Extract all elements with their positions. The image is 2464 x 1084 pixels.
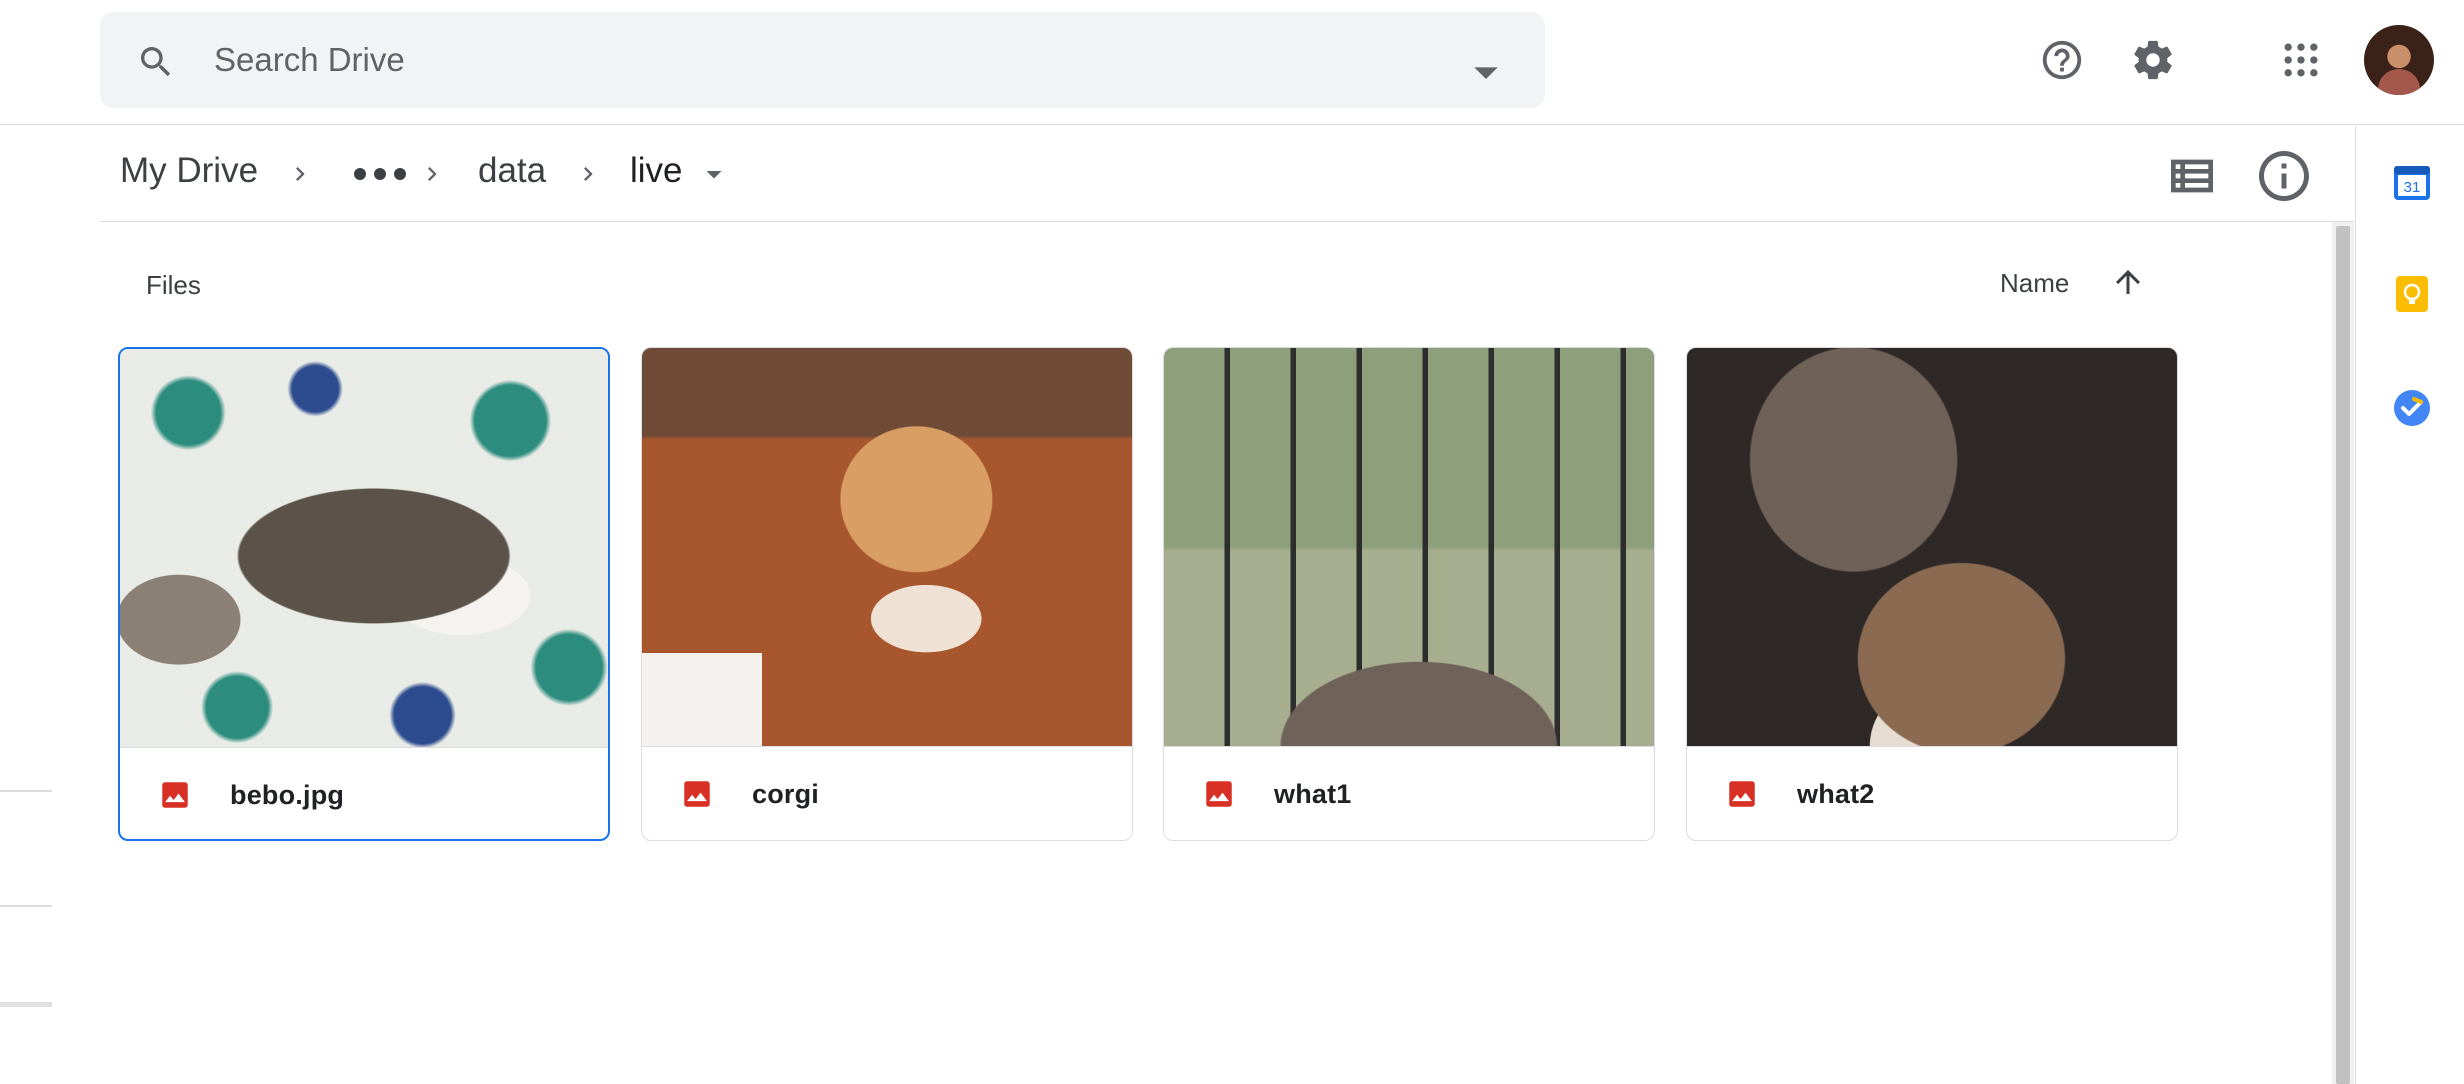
file-card-footer: bebo.jpg [120,747,608,839]
file-card[interactable]: corgi [641,347,1133,841]
file-card-footer: what2 [1687,746,2177,840]
chevron-right-icon [296,167,305,181]
nav-divider [0,790,52,792]
breadcrumb-live[interactable]: live [630,148,683,194]
account-avatar[interactable] [2364,25,2434,95]
chevron-right-icon [584,167,593,181]
gear-icon [2134,40,2172,80]
apps-grid-icon [2284,43,2318,77]
search-input[interactable] [214,34,1414,86]
file-name: what2 [1797,779,1875,809]
file-thumbnail [1687,348,2177,746]
files-section-label: Files [146,270,201,300]
nav-divider [0,1002,52,1007]
breadcrumb-data[interactable]: data [478,148,546,194]
search-options-dropdown-icon[interactable] [1458,44,1514,100]
file-thumbnail [120,349,608,747]
arrow-up-icon[interactable] [2110,264,2146,300]
side-panel: 31 [2355,126,2464,1084]
keep-icon[interactable] [2392,274,2432,314]
image-file-icon [684,781,710,807]
calendar-date-label: 31 [2404,179,2421,196]
image-file-icon [1206,781,1232,807]
more-horizontal-icon[interactable] [350,152,410,196]
file-thumbnail [642,348,1132,746]
list-view-icon[interactable] [2164,148,2220,204]
image-file-icon [1729,781,1755,807]
info-icon[interactable] [2254,146,2314,206]
image-file-icon [162,782,188,808]
file-name: corgi [752,779,820,809]
file-name: what1 [1274,779,1352,809]
scrollbar[interactable] [2332,222,2354,1084]
nav-divider [0,905,52,907]
chevron-right-icon [428,167,437,181]
file-thumbnail [1164,348,1654,746]
file-card[interactable]: what1 [1163,347,1655,841]
sort-by-name-button[interactable]: Name [2000,268,2069,299]
tasks-icon[interactable] [2392,388,2432,428]
settings-button[interactable] [2118,25,2188,95]
help-button[interactable] [2027,25,2097,95]
drive-window: My Drive data live Files Name [0,0,2464,1084]
help-circle-icon [2042,40,2082,80]
apps-button[interactable] [2266,25,2336,95]
search-icon[interactable] [136,42,176,82]
chevron-down-icon[interactable] [696,156,732,192]
file-card-footer: corgi [642,746,1132,840]
top-bar [0,0,2464,125]
calendar-icon[interactable]: 31 [2392,162,2432,202]
file-card[interactable]: what2 [1686,347,2178,841]
scrollbar-thumb[interactable] [2336,226,2350,1084]
file-card-footer: what1 [1164,746,1654,840]
breadcrumb-my-drive[interactable]: My Drive [120,148,258,194]
file-card[interactable]: bebo.jpg [118,347,610,841]
breadcrumb: My Drive data live [100,126,2354,222]
file-name: bebo.jpg [230,780,345,810]
search-box[interactable] [100,12,1545,108]
